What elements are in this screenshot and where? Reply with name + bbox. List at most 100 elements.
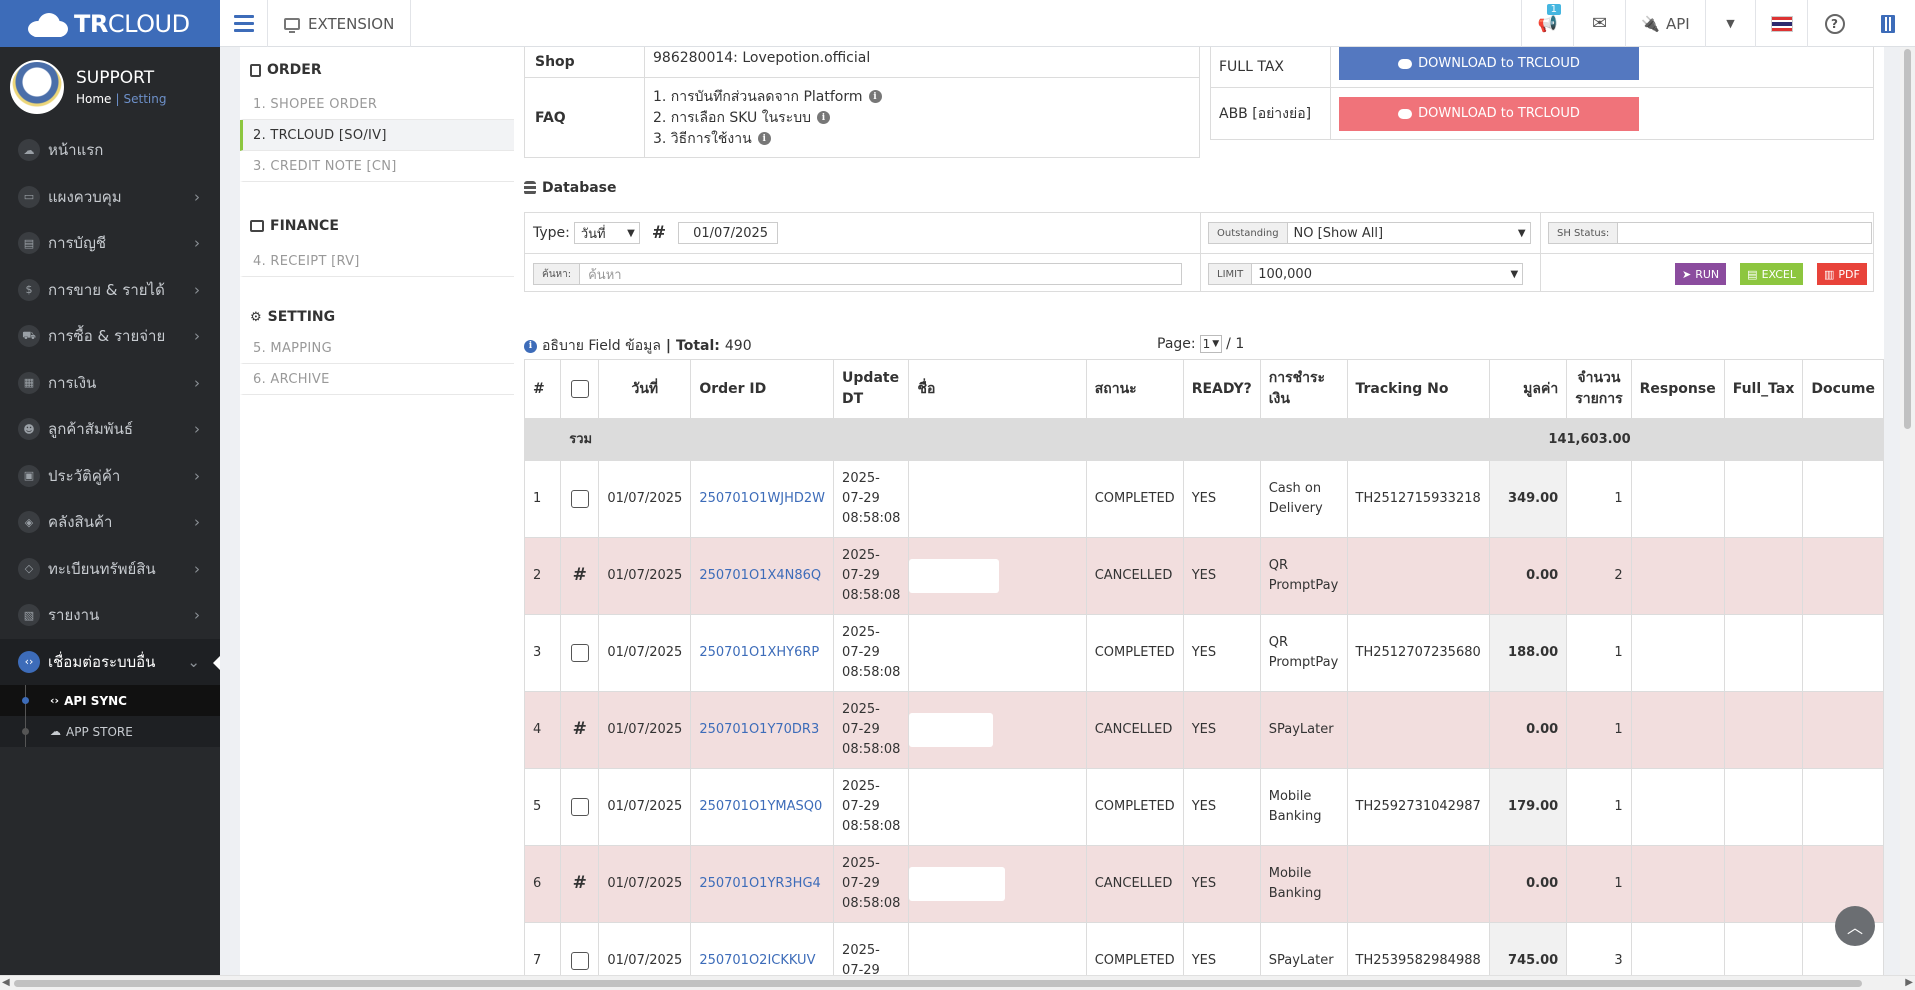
table-row[interactable]: 6 # 01/07/2025 250701O1YR3HG4 2025- 07-29… [523,845,1884,923]
col-tracking[interactable]: Tracking No [1346,359,1491,419]
faq-item[interactable]: 2. การเลือก SKU ในระบบ i [653,107,882,128]
dropdown-toggle[interactable]: ▼ [1705,0,1755,47]
col-payment[interactable]: การชำระเงิน [1259,359,1348,419]
col-document[interactable]: Docume [1802,359,1884,419]
sidebar-subitem-0[interactable]: ‹› API SYNC [0,685,220,716]
sidebar-item-5[interactable]: ▦ การเงิน › [0,360,220,407]
language-button[interactable] [1755,0,1807,47]
menu-link-finance_links-0[interactable]: 4. RECEIPT [RV] [240,246,514,277]
menu-link-setting_links-1[interactable]: 6. ARCHIVE [240,364,514,395]
col-ready[interactable]: READY? [1182,359,1261,419]
page-select[interactable]: 1 ▼ [1199,335,1223,353]
col-value[interactable]: มูลค่า [1489,359,1568,419]
extension-button[interactable]: EXTENSION [268,0,412,47]
home-link[interactable]: Home [76,92,111,106]
col-qty[interactable]: จำนวนรายการ [1566,359,1632,419]
dollar-icon: $ [18,278,40,301]
info-icon[interactable]: i [816,111,830,124]
sidebar-item-1[interactable]: ▭ แผงควบคุม › [0,174,220,221]
col-order-id[interactable]: Order ID [690,359,835,419]
menu-link-order_links-0[interactable]: 1. SHOPEE ORDER [240,89,514,120]
col-full-tax[interactable]: Full_Tax [1723,359,1804,419]
row-checkbox[interactable] [570,489,589,508]
info-icon[interactable]: i [524,339,537,353]
building-button[interactable] [1861,0,1915,47]
type-select[interactable]: วันที่ ▼ [573,222,640,244]
row-payment: QR PromptPay [1259,537,1348,615]
sidebar-item-0[interactable]: ☁ หน้าแรก [0,127,220,174]
date-input[interactable]: 01/07/2025 [678,222,779,244]
faq-item[interactable]: 3. วิธีการใช้งาน i [653,128,882,149]
setting-link[interactable]: Setting [123,92,166,106]
menu-link-setting_links-0[interactable]: 5. MAPPING [240,333,514,364]
table-row[interactable]: 3 01/07/2025 250701O1XHY6RP 2025- 07-29 08… [523,614,1884,692]
sidebar-item-3[interactable]: $ การขาย & รายได้ › [0,267,220,314]
search-input[interactable]: ค้นหา [580,263,1183,285]
api-button[interactable]: 🔌 API [1625,0,1705,47]
vertical-scrollbar[interactable] [1900,47,1915,975]
limit-select[interactable]: 100,000 ▼ [1252,263,1524,285]
row-select[interactable] [560,922,600,975]
sidebar-item-10[interactable]: ▧ รายงาน › [0,592,220,639]
order-id-link[interactable]: 250701O1YMASQ0 [699,799,822,814]
sidebar-item-8[interactable]: ◈ คลังสินค้า › [0,499,220,546]
select-all-checkbox[interactable] [570,379,589,398]
col-name[interactable]: ชื่อ [908,359,1087,419]
menu-link-order_links-1[interactable]: 2. TRCLOUD [SO/IV] [240,120,514,151]
order-id-link[interactable]: 250701O1YR3HG4 [699,876,821,891]
table-row[interactable]: 4 # 01/07/2025 250701O1Y70DR3 2025- 07-29… [523,691,1884,769]
sidebar-subitem-1[interactable]: ☁ APP STORE [0,716,220,747]
app-logo[interactable]: TRCLOUD [0,0,220,47]
row-select[interactable] [560,460,600,538]
col-date[interactable]: วันที่ [598,359,692,419]
faq-item[interactable]: 1. การบันทึกส่วนลดจาก Platform i [653,86,882,107]
abb-download-button[interactable]: DOWNLOAD to TRCLOUD [1339,96,1639,131]
scroll-left-icon[interactable]: ◀ [2,977,10,988]
col-response[interactable]: Response [1630,359,1725,419]
horizontal-scrollbar[interactable]: ◀ ▶ [0,975,1915,990]
tax-download-table: FULL TAX DOWNLOAD to TRCLOUD ABB [อย่างย… [1210,47,1874,140]
table-row[interactable]: 5 01/07/2025 250701O1YMASQ0 2025- 07-29 08… [523,768,1884,846]
order-id-link[interactable]: 250701O1Y70DR3 [699,722,819,737]
row-full-tax [1723,614,1804,692]
announcement-button[interactable]: 📢 1 [1521,0,1573,47]
order-id-link[interactable]: 250701O1XHY6RP [699,645,819,660]
col-status[interactable]: สถานะ [1085,359,1184,419]
row-select[interactable] [560,768,600,846]
excel-button[interactable]: ▤ EXCEL [1740,263,1804,285]
order-id-link[interactable]: 250701O2ICKKUV [699,953,815,968]
run-button[interactable]: ➤ RUN [1675,263,1727,285]
avatar[interactable] [10,60,64,114]
table-row[interactable]: 7 01/07/2025 250701O2ICKKUV 2025- 07-29 C… [523,922,1884,975]
info-icon[interactable]: i [757,132,771,145]
mail-button[interactable]: ✉ [1573,0,1625,47]
row-ready: YES [1182,922,1261,975]
col-update-dt[interactable]: Update DT [833,359,910,419]
row-checkbox[interactable] [570,797,589,816]
row-checkbox[interactable] [570,643,589,662]
sh-status-input[interactable] [1618,222,1873,244]
order-id-link[interactable]: 250701O1WJHD2W [699,491,825,506]
sidebar-item-7[interactable]: ▣ ประวัติคู่ค้า › [0,453,220,500]
outstanding-select[interactable]: NO [Show All] ▼ [1287,222,1531,244]
full-tax-download-button[interactable]: DOWNLOAD to TRCLOUD [1339,47,1639,80]
row-document [1802,691,1884,769]
help-button[interactable]: ? [1807,0,1861,47]
scroll-right-icon[interactable]: ▶ [1905,977,1913,988]
sidebar-item-9[interactable]: ◇ ทะเบียนทรัพย์สิน › [0,546,220,593]
sidebar-item-2[interactable]: ▤ การบัญชี › [0,220,220,267]
order-id-link[interactable]: 250701O1X4N86Q [699,568,821,583]
field-description-link[interactable]: อธิบาย Field ข้อมูล [542,335,661,357]
sidebar-item-4[interactable]: ⛟ การซื้อ & รายจ่าย › [0,313,220,360]
table-row[interactable]: 1 01/07/2025 250701O1WJHD2W 2025- 07-29 08… [523,460,1884,538]
sidebar-item-11[interactable]: ‹› เชื่อมต่อระบบอื่น ⌄ [0,638,220,685]
row-select[interactable] [560,614,600,692]
menu-link-order_links-2[interactable]: 3. CREDIT NOTE [CN] [240,151,514,182]
pdf-button[interactable]: ▥ PDF [1817,263,1867,285]
sidebar-item-6[interactable]: ☻ ลูกค้าสัมพันธ์ › [0,406,220,453]
row-checkbox[interactable] [570,951,589,970]
info-icon[interactable]: i [868,90,882,103]
menu-toggle-button[interactable] [220,0,268,47]
table-row[interactable]: 2 # 01/07/2025 250701O1X4N86Q 2025- 07-29… [523,537,1884,615]
scroll-to-top-button[interactable]: ︿ [1835,906,1875,946]
